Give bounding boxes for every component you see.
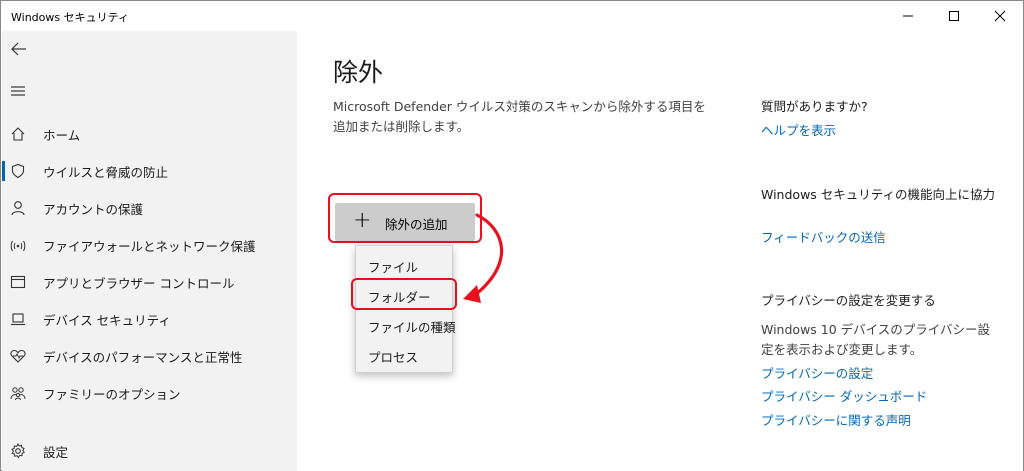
close-button[interactable] <box>977 1 1023 31</box>
menu-button[interactable] <box>8 81 32 101</box>
sidebar-item-label: ファミリーのオプション <box>43 387 181 402</box>
window-title: Windows セキュリティ <box>11 11 129 24</box>
back-button[interactable] <box>8 39 32 59</box>
sidebar-item-firewall[interactable]: ファイアウォールとネットワーク保護 <box>2 227 297 263</box>
minimize-icon <box>903 15 913 17</box>
help-heading: 質問がありますか? <box>761 99 868 114</box>
page-description: Microsoft Defender ウイルス対策のスキャンから除外する項目を追… <box>333 99 706 134</box>
sidebar-item-label: アプリとブラウザー コントロール <box>43 276 235 291</box>
app-window-icon <box>10 275 26 289</box>
sidebar-item-home[interactable]: ホーム <box>2 116 297 152</box>
laptop-icon <box>11 313 25 326</box>
sidebar-item-label: ウイルスと脅威の防止 <box>43 165 169 180</box>
menu-item-file[interactable]: ファイル <box>356 250 454 280</box>
maximize-button[interactable] <box>931 1 977 31</box>
sidebar-item-account-protection[interactable]: アカウントの保護 <box>2 190 297 226</box>
sidebar-item-family-options[interactable]: ファミリーのオプション <box>2 375 297 411</box>
sidebar: ホーム ウイルスと脅威の防止 アカウントの保護 ファイアウォールとネットワーク保… <box>2 31 297 471</box>
help-link[interactable]: ヘルプを表示 <box>761 121 836 141</box>
feedback-link[interactable]: フィードバックの送信 <box>761 228 886 248</box>
title-bar: Windows セキュリティ <box>1 1 1023 31</box>
sidebar-item-label: 設定 <box>43 445 69 460</box>
sidebar-item-label: ファイアウォールとネットワーク保護 <box>43 239 256 254</box>
sidebar-item-label: ホーム <box>43 128 81 143</box>
person-icon <box>11 201 25 216</box>
maximize-icon <box>949 11 959 21</box>
privacy-statement-link[interactable]: プライバシーに関する声明 <box>761 411 911 431</box>
app-window: Windows セキュリティ ホーム ウイルスと脅威の防止 アカウントの保護 フ… <box>0 0 1024 471</box>
sidebar-item-label: アカウントの保護 <box>43 202 144 217</box>
add-exclusion-button[interactable]: + 除外の追加 <box>335 203 475 241</box>
menu-item-label: プロセス <box>368 350 419 365</box>
sidebar-item-label: デバイス セキュリティ <box>43 313 171 328</box>
plus-icon: + <box>353 208 372 233</box>
hamburger-menu-icon <box>11 86 25 96</box>
annotation-arrow <box>463 213 504 303</box>
sidebar-item-settings[interactable]: 設定 <box>2 433 297 469</box>
close-icon <box>994 10 1006 22</box>
sidebar-item-label: デバイスのパフォーマンスと正常性 <box>43 350 243 365</box>
home-icon <box>11 127 25 141</box>
sidebar-item-virus-protection[interactable]: ウイルスと脅威の防止 <box>2 153 297 189</box>
privacy-dashboard-link[interactable]: プライバシー ダッシュボード <box>761 387 927 407</box>
main-content: 除外 Microsoft Defender ウイルス対策のスキャンから除外する項… <box>297 31 1023 471</box>
shield-icon <box>11 163 25 179</box>
heart-pulse-icon <box>10 349 26 363</box>
folder-item-highlight <box>351 278 457 310</box>
back-arrow-icon <box>11 42 26 56</box>
add-exclusion-label: 除外の追加 <box>385 217 448 232</box>
privacy-heading: プライバシーの設定を変更する <box>761 293 936 308</box>
gear-icon <box>11 443 25 459</box>
right-panel: 質問がありますか? ヘルプを表示 Windows セキュリティの機能向上に協力 … <box>761 31 1023 471</box>
sidebar-item-device-security[interactable]: デバイス セキュリティ <box>2 301 297 337</box>
feedback-heading: Windows セキュリティの機能向上に協力 <box>761 187 996 202</box>
privacy-settings-link[interactable]: プライバシーの設定 <box>761 364 873 384</box>
wifi-signal-icon <box>10 240 26 252</box>
page-title: 除外 <box>333 58 384 87</box>
minimize-button[interactable] <box>885 1 931 31</box>
menu-item-label: ファイルの種類 <box>368 320 456 335</box>
menu-item-file-type[interactable]: ファイルの種類 <box>356 310 456 340</box>
family-icon <box>10 387 26 401</box>
menu-item-process[interactable]: プロセス <box>356 340 454 370</box>
sidebar-item-device-performance[interactable]: デバイスのパフォーマンスと正常性 <box>2 338 297 374</box>
sidebar-item-app-browser-control[interactable]: アプリとブラウザー コントロール <box>2 264 297 300</box>
privacy-description: Windows 10 デバイスのプライバシー設定を表示および変更します。 <box>761 322 991 357</box>
menu-item-label: ファイル <box>368 260 419 275</box>
